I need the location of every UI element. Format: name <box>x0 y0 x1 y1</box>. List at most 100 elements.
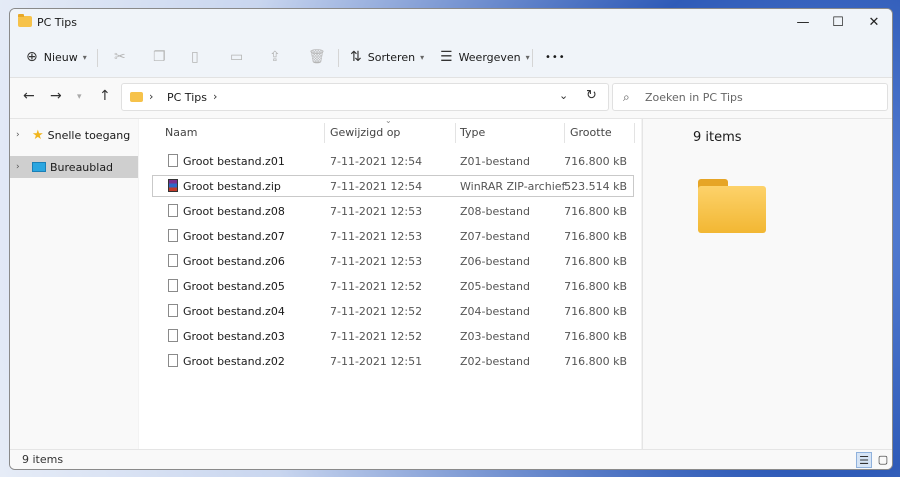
recent-locations-button[interactable]: ▾ <box>77 92 82 102</box>
command-bar: ⊕ Nieuw ▾ ✂ ❐ ▯ ▭ ⇪ 🗑 ⇅ Sorteren ▾ ☰ Wee… <box>10 37 892 78</box>
file-name: Groot bestand.zip <box>183 180 281 193</box>
column-size[interactable]: Grootte <box>570 126 612 139</box>
search-box[interactable]: ⌕ Zoeken in PC Tips <box>612 83 888 111</box>
file-name: Groot bestand.z04 <box>183 305 285 318</box>
file-modified: 7-11-2021 12:54 <box>330 180 423 193</box>
desktop-icon <box>32 162 46 172</box>
generic-file-icon <box>168 329 178 342</box>
file-name: Groot bestand.z01 <box>183 155 285 168</box>
nav-item-quick-access[interactable]: › ★ Snelle toegang <box>10 124 138 146</box>
new-button[interactable]: ⊕ Nieuw ▾ <box>26 43 87 71</box>
view-button[interactable]: ☰ Weergeven ▾ <box>440 43 530 71</box>
view-list-icon: ☰ <box>440 49 453 65</box>
back-button[interactable]: ← <box>23 88 35 104</box>
view-label: Weergeven <box>458 50 521 64</box>
file-modified: 7-11-2021 12:52 <box>330 305 423 318</box>
generic-file-icon <box>168 279 178 292</box>
chevron-down-icon: ▾ <box>420 52 425 62</box>
nav-item-desktop[interactable]: › Bureaublad <box>10 156 138 178</box>
file-size: 716.800 kB <box>564 305 627 318</box>
file-row[interactable]: Groot bestand.z07 7-11-2021 12:53 Z07-be… <box>152 225 634 247</box>
trash-icon: 🗑 <box>308 49 326 65</box>
column-modified[interactable]: Gewijzigd op <box>330 126 400 139</box>
column-header: Naam ⌄ Gewijzigd op Type Grootte <box>139 116 641 145</box>
navigation-pane: › ★ Snelle toegang › Bureaublad <box>10 119 138 449</box>
delete-button[interactable]: 🗑 <box>308 43 332 71</box>
file-row[interactable]: Groot bestand.z02 7-11-2021 12:51 Z02-be… <box>152 350 634 372</box>
search-placeholder: Zoeken in PC Tips <box>645 91 743 104</box>
paste-button[interactable]: ▯ <box>191 43 205 71</box>
file-type: Z06-bestand <box>460 255 530 268</box>
chevron-right-icon[interactable]: › <box>213 90 217 103</box>
file-type: Z07-bestand <box>460 230 530 243</box>
file-modified: 7-11-2021 12:51 <box>330 355 423 368</box>
generic-file-icon <box>168 304 178 317</box>
nav-item-label: Bureaublad <box>50 160 114 174</box>
column-divider[interactable] <box>634 123 635 143</box>
details-view-icon[interactable]: ☰ <box>856 452 872 468</box>
file-row[interactable]: Groot bestand.z03 7-11-2021 12:52 Z03-be… <box>152 325 634 347</box>
sort-button[interactable]: ⇅ Sorteren ▾ <box>350 43 424 71</box>
forward-button[interactable]: → <box>50 88 62 104</box>
file-type: Z05-bestand <box>460 280 530 293</box>
column-divider[interactable] <box>564 123 565 143</box>
column-name[interactable]: Naam <box>165 126 197 139</box>
share-button[interactable]: ⇪ <box>269 43 287 71</box>
item-count: 9 items <box>693 130 742 145</box>
status-item-count: 9 items <box>22 453 64 466</box>
column-type[interactable]: Type <box>460 126 485 139</box>
more-label: ••• <box>545 51 566 63</box>
sort-icon: ⇅ <box>350 49 362 65</box>
file-size: 716.800 kB <box>564 255 627 268</box>
copy-icon: ❐ <box>153 49 166 65</box>
file-name: Groot bestand.z08 <box>183 205 285 218</box>
title-bar: PC Tips — ☐ ✕ <box>10 9 892 37</box>
chevron-right-icon[interactable]: › <box>16 162 32 172</box>
file-type: Z03-bestand <box>460 330 530 343</box>
file-size: 716.800 kB <box>564 330 627 343</box>
new-label: Nieuw <box>43 50 78 64</box>
file-row[interactable]: Groot bestand.z08 7-11-2021 12:53 Z08-be… <box>152 200 634 222</box>
file-row[interactable]: Groot bestand.zip 7-11-2021 12:54 WinRAR… <box>152 175 634 197</box>
copy-button[interactable]: ❐ <box>153 43 172 71</box>
toolbar-separator <box>338 49 339 67</box>
generic-file-icon <box>168 229 178 242</box>
toolbar-separator <box>97 49 98 67</box>
close-button[interactable]: ✕ <box>852 9 892 37</box>
chevron-down-icon[interactable]: ⌄ <box>559 89 568 102</box>
file-row[interactable]: Groot bestand.z05 7-11-2021 12:52 Z05-be… <box>152 275 634 297</box>
star-icon: ★ <box>32 127 44 143</box>
chevron-down-icon: ▾ <box>82 52 87 62</box>
generic-file-icon <box>168 154 178 167</box>
file-modified: 7-11-2021 12:54 <box>330 155 423 168</box>
address-bar[interactable]: › PC Tips › ⌄ ↻ <box>121 83 609 111</box>
generic-file-icon <box>168 204 178 217</box>
file-row[interactable]: Groot bestand.z06 7-11-2021 12:53 Z06-be… <box>152 250 634 272</box>
clipboard-icon: ▯ <box>191 49 199 65</box>
scissors-icon: ✂ <box>114 49 126 65</box>
file-row[interactable]: Groot bestand.z01 7-11-2021 12:54 Z01-be… <box>152 150 634 172</box>
column-divider[interactable] <box>455 123 456 143</box>
large-icons-view-icon[interactable]: ▢ <box>875 452 891 468</box>
winrar-icon <box>168 179 178 192</box>
file-list: Naam ⌄ Gewijzigd op Type Grootte Groot b… <box>139 116 641 449</box>
refresh-icon[interactable]: ↻ <box>586 88 597 103</box>
breadcrumb-pc-tips[interactable]: PC Tips <box>167 91 207 104</box>
toolbar-separator <box>532 49 533 67</box>
file-row[interactable]: Groot bestand.z04 7-11-2021 12:52 Z04-be… <box>152 300 634 322</box>
chevron-right-icon[interactable]: › <box>16 130 32 140</box>
more-options-button[interactable]: ••• <box>545 43 566 71</box>
preview-pane: 9 items <box>642 119 892 449</box>
rename-button[interactable]: ▭ <box>230 43 249 71</box>
column-divider[interactable] <box>324 123 325 143</box>
file-size: 716.800 kB <box>564 205 627 218</box>
file-name: Groot bestand.z03 <box>183 330 285 343</box>
sort-arrow-icon: ⌄ <box>385 116 392 125</box>
cut-button[interactable]: ✂ <box>114 43 132 71</box>
file-size: 716.800 kB <box>564 280 627 293</box>
file-modified: 7-11-2021 12:52 <box>330 330 423 343</box>
up-button[interactable]: ↑ <box>99 88 111 104</box>
file-size: 716.800 kB <box>564 155 627 168</box>
folder-icon <box>698 179 766 233</box>
file-name: Groot bestand.z02 <box>183 355 285 368</box>
